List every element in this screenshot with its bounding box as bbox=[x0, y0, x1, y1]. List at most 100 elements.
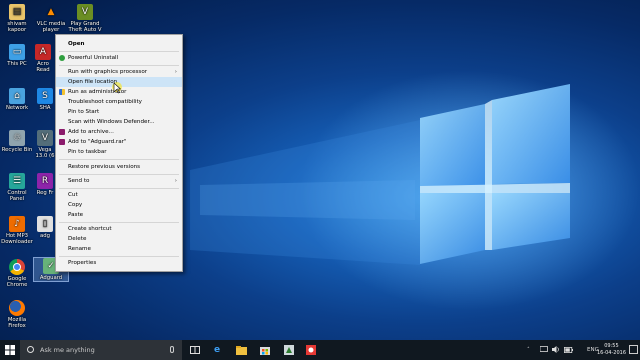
desktop-icon-label: SHA bbox=[39, 105, 51, 111]
media-icon[interactable] bbox=[304, 343, 318, 357]
desktop-icon-label: Network bbox=[5, 105, 29, 111]
desktop-icon-label: Adguard bbox=[39, 275, 63, 281]
menu-item-rename[interactable]: Rename bbox=[56, 244, 182, 254]
menu-item-label: Scan with Windows Defender... bbox=[68, 119, 155, 125]
desktop-icon-gta[interactable]: V Play Grand Theft Auto V bbox=[68, 4, 102, 34]
menu-item-label: Paste bbox=[68, 212, 84, 218]
menu-item-label: Run with graphics processor bbox=[68, 69, 148, 75]
menu-item-add-rar[interactable]: Add to "Adguard.rar" bbox=[56, 137, 182, 147]
vlc-cone-icon: ▲ bbox=[47, 6, 55, 17]
file-icon: ▯ bbox=[37, 216, 53, 232]
desktop-icon-recycle-bin[interactable]: ♲ Recycle Bin bbox=[0, 130, 34, 153]
desktop-icon-acrobat[interactable]: A Acro Read bbox=[31, 44, 55, 74]
app-icon: R bbox=[37, 173, 53, 189]
desktop-icon-hot-mp3[interactable]: ♪ Hot MP3 Downloader bbox=[0, 216, 34, 246]
menu-item-label: Open file location bbox=[68, 79, 118, 85]
mouse-cursor-icon bbox=[112, 82, 122, 94]
desktop-icon-label: adg bbox=[40, 233, 50, 239]
menu-item-copy[interactable]: Copy bbox=[56, 200, 182, 210]
desktop-icon-chrome[interactable]: Google Chrome bbox=[0, 259, 34, 289]
file-explorer-icon[interactable] bbox=[234, 343, 248, 357]
menu-item-pin-to-start[interactable]: Pin to Start bbox=[56, 107, 182, 117]
edge-icon[interactable]: e bbox=[210, 343, 224, 357]
menu-item-run-graphics[interactable]: Run with graphics processor › bbox=[56, 67, 182, 77]
admin-shield-icon bbox=[59, 89, 65, 95]
desktop-icon-label: Play Grand Theft Auto V bbox=[68, 21, 102, 34]
menu-item-label: Delete bbox=[68, 236, 87, 242]
network-tray-icon[interactable] bbox=[539, 340, 548, 360]
menu-separator bbox=[59, 51, 179, 52]
taskbar: Ask me anything e ˄ ENG 09:55 16-04-2016 bbox=[0, 340, 640, 360]
winrar-icon bbox=[59, 139, 65, 145]
desktop-icon-firefox[interactable]: Mozilla Firefox bbox=[0, 300, 34, 330]
desktop-icon-vlc[interactable]: ▲ VLC media player bbox=[34, 4, 68, 34]
menu-item-label: Powerful Uninstall bbox=[68, 55, 119, 61]
desktop-icon-network[interactable]: ⌂ Network bbox=[0, 88, 34, 111]
menu-item-send-to[interactable]: Send to › bbox=[56, 176, 182, 186]
menu-item-label: Cut bbox=[68, 192, 78, 198]
menu-item-add-archive[interactable]: Add to archive... bbox=[56, 127, 182, 137]
windows-start-icon bbox=[5, 345, 15, 355]
menu-item-restore-versions[interactable]: Restore previous versions bbox=[56, 162, 182, 172]
menu-item-open[interactable]: Open bbox=[56, 39, 182, 49]
menu-separator bbox=[59, 174, 179, 175]
desktop-icon-reg[interactable]: R Reg Fr bbox=[34, 173, 56, 196]
desktop-icon-sha[interactable]: S SHA bbox=[34, 88, 56, 111]
volume-icon[interactable] bbox=[552, 340, 560, 360]
computer-icon: ▭ bbox=[9, 44, 25, 60]
clock[interactable]: 09:55 16-04-2016 bbox=[597, 343, 626, 356]
store-icon[interactable] bbox=[258, 343, 272, 357]
desktop-icon-vegas[interactable]: V Vega 13.0 (6 bbox=[34, 130, 56, 160]
desktop-icon-control-panel[interactable]: ☰ Control Panel bbox=[0, 173, 34, 203]
menu-separator bbox=[59, 65, 179, 66]
menu-item-label: Troubleshoot compatibility bbox=[68, 99, 142, 105]
recycle-bin-icon: ♲ bbox=[9, 130, 25, 146]
menu-separator bbox=[59, 222, 179, 223]
app-icon[interactable] bbox=[282, 343, 296, 357]
mp3-downloader-icon: ♪ bbox=[9, 216, 25, 232]
menu-item-label: Add to archive... bbox=[68, 129, 114, 135]
user-folder-icon: ▤ bbox=[9, 4, 25, 20]
desktop-icon-adg[interactable]: ▯ adg bbox=[34, 216, 56, 239]
clock-date: 16-04-2016 bbox=[596, 349, 626, 356]
gta-icon: V bbox=[77, 4, 93, 20]
microphone-icon[interactable] bbox=[170, 346, 174, 353]
desktop-icon-shivam-kapoor[interactable]: ▤ shivam kapoor bbox=[0, 4, 34, 34]
menu-item-troubleshoot[interactable]: Troubleshoot compatibility bbox=[56, 97, 182, 107]
cortana-search-box[interactable]: Ask me anything bbox=[20, 340, 182, 360]
menu-item-label: Create shortcut bbox=[68, 226, 112, 232]
tray-chevron-icon[interactable]: ˄ bbox=[527, 340, 530, 360]
battery-icon[interactable] bbox=[564, 340, 573, 360]
menu-item-cut[interactable]: Cut bbox=[56, 190, 182, 200]
menu-item-delete[interactable]: Delete bbox=[56, 234, 182, 244]
desktop-icon-label: shivam kapoor bbox=[7, 21, 27, 34]
menu-item-label: Pin to taskbar bbox=[68, 149, 107, 155]
acrobat-icon: A bbox=[35, 44, 51, 60]
menu-item-pin-taskbar[interactable]: Pin to taskbar bbox=[56, 147, 182, 157]
desktop-icon-label: Acro Read bbox=[36, 61, 50, 74]
desktop-icon-label: Control Panel bbox=[7, 190, 27, 203]
uninstall-icon bbox=[59, 55, 65, 61]
chrome-icon bbox=[9, 259, 25, 275]
chevron-right-icon: › bbox=[174, 69, 177, 75]
notification-center-icon[interactable] bbox=[629, 345, 638, 354]
desktop-icon-label: VLC media player bbox=[36, 21, 66, 34]
menu-item-powerful-uninstall[interactable]: Powerful Uninstall bbox=[56, 53, 182, 63]
menu-item-scan-defender[interactable]: Scan with Windows Defender... bbox=[56, 117, 182, 127]
menu-separator bbox=[59, 188, 179, 189]
menu-item-label: Open bbox=[68, 41, 85, 47]
menu-item-label: Restore previous versions bbox=[68, 164, 141, 170]
desktop-icon-label: Mozilla Firefox bbox=[7, 317, 27, 330]
network-icon: ⌂ bbox=[9, 88, 25, 104]
menu-item-create-shortcut[interactable]: Create shortcut bbox=[56, 224, 182, 234]
menu-item-properties[interactable]: Properties bbox=[56, 258, 182, 268]
winrar-icon bbox=[59, 129, 65, 135]
start-button[interactable] bbox=[0, 340, 20, 360]
menu-item-label: Copy bbox=[68, 202, 83, 208]
desktop-icon-label: Vega 13.0 (6 bbox=[35, 147, 55, 160]
task-view-icon[interactable] bbox=[188, 343, 202, 357]
desktop-icon-label: Hot MP3 Downloader bbox=[1, 233, 33, 246]
desktop-icon-this-pc[interactable]: ▭ This PC bbox=[0, 44, 34, 67]
menu-item-paste[interactable]: Paste bbox=[56, 210, 182, 220]
desktop-icon-label: Reg Fr bbox=[36, 190, 54, 196]
